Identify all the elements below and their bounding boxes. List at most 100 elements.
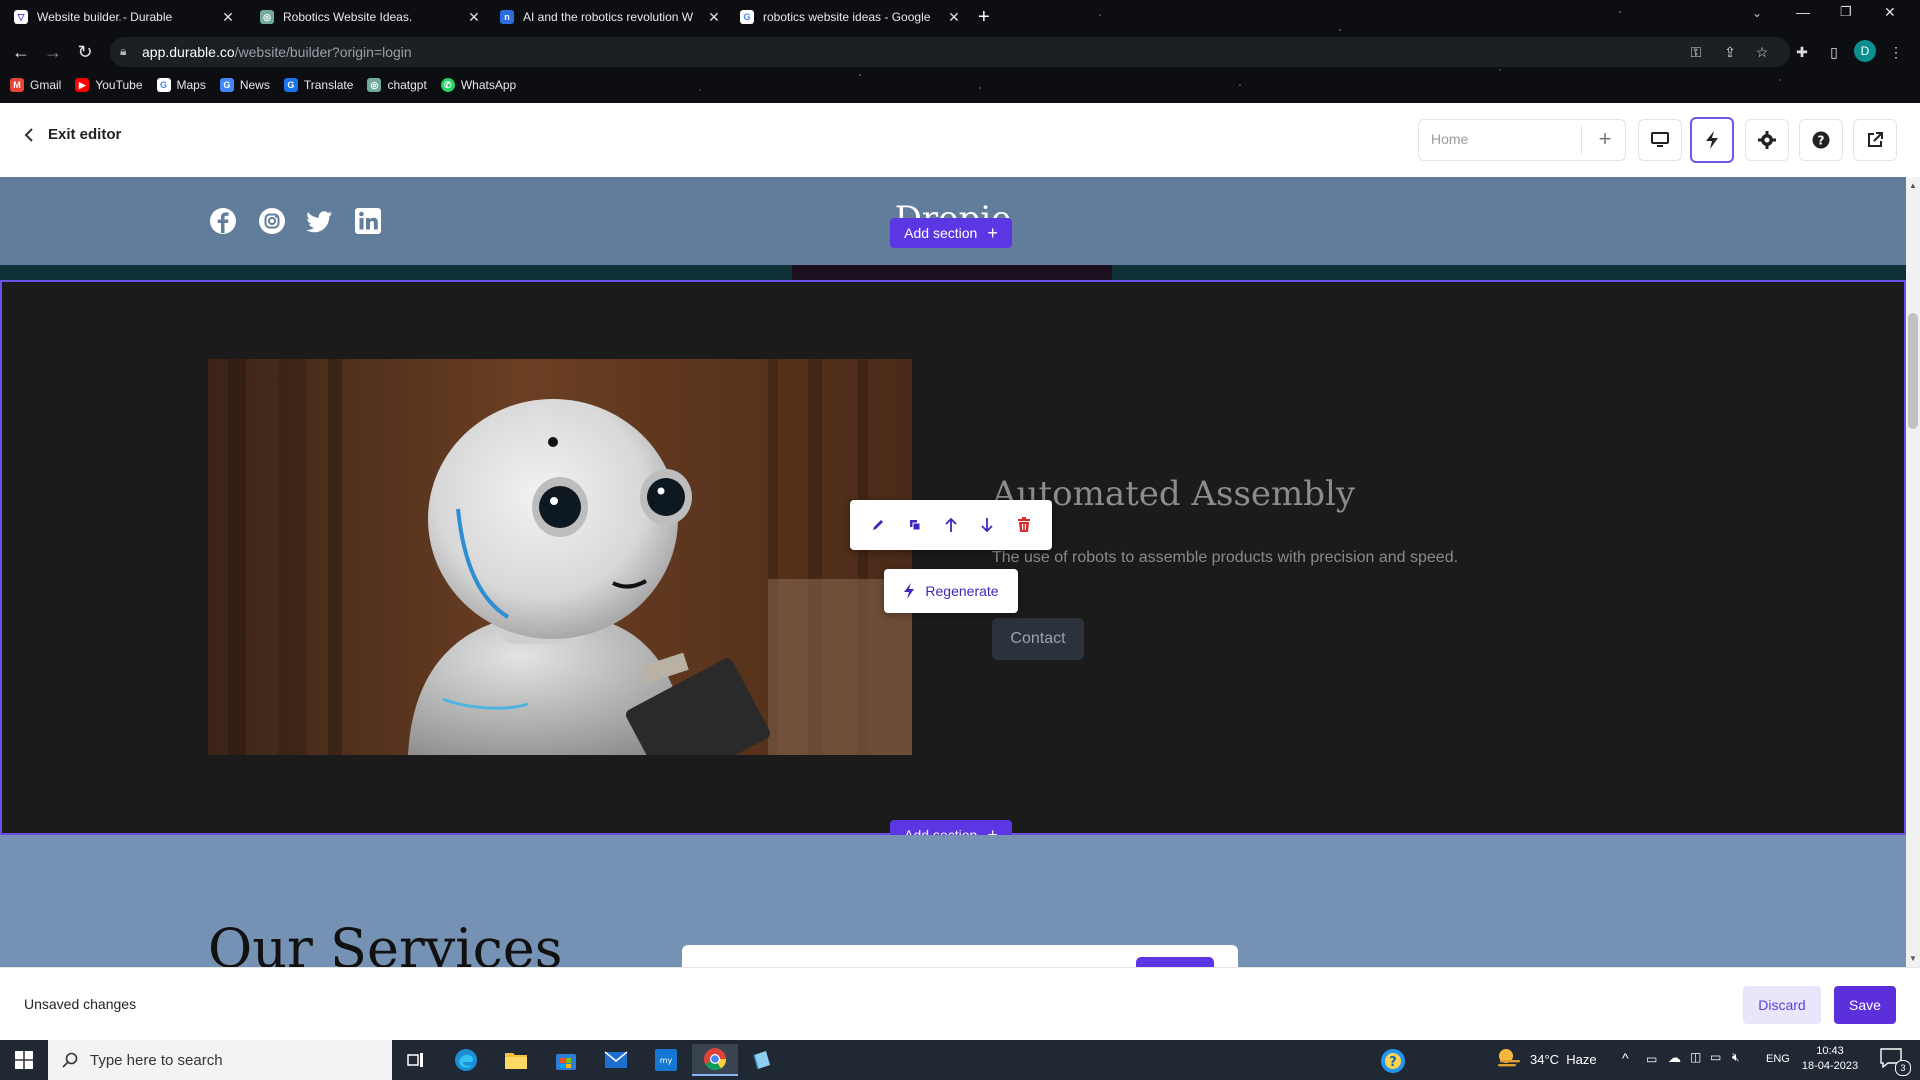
help-tray-icon[interactable]: ? — [1380, 1048, 1406, 1074]
gear-icon — [1758, 131, 1776, 149]
move-up-icon[interactable] — [940, 514, 962, 536]
close-tab-icon[interactable]: ✕ — [466, 9, 482, 26]
discard-button[interactable]: Discard — [1743, 986, 1821, 1024]
bookmark-star-icon[interactable]: ☆ — [1752, 44, 1772, 61]
minimize-icon[interactable]: — — [1796, 4, 1810, 20]
add-page-icon[interactable]: + — [1591, 125, 1619, 153]
open-external-button[interactable] — [1853, 119, 1897, 161]
microsoft-store-icon[interactable] — [546, 1044, 586, 1076]
notion-favicon-icon: n — [500, 10, 514, 24]
password-key-icon[interactable]: ⚿ — [1686, 44, 1706, 61]
hero-image[interactable] — [208, 359, 912, 755]
bookmark-youtube[interactable]: ▶ YouTube — [75, 75, 143, 95]
monitor-icon — [1651, 132, 1669, 147]
duplicate-icon[interactable] — [904, 514, 926, 536]
restore-icon[interactable]: ❐ — [1840, 4, 1852, 20]
tab-search-icon[interactable]: ⌄ — [1752, 6, 1762, 20]
start-button[interactable] — [0, 1040, 48, 1080]
bookmarks-bar: M Gmail ▶ YouTube G Maps G News G Translate ◎… — [10, 75, 516, 95]
tab-google-search[interactable]: G robotics website ideas - Google ✕ — [732, 4, 968, 30]
tab-website-builder[interactable]: ▽ Website builder - Durable ✕ — [6, 4, 242, 30]
save-bar — [0, 967, 1920, 1041]
close-window-icon[interactable]: ✕ — [1884, 4, 1896, 21]
bookmark-whatsapp[interactable]: ✆ WhatsApp — [440, 75, 516, 95]
delete-trash-icon[interactable] — [1013, 514, 1035, 536]
google-icon: G — [156, 78, 171, 92]
meet-now-icon[interactable]: ▭ — [1646, 1052, 1657, 1066]
close-tab-icon[interactable]: ✕ — [946, 9, 962, 26]
google-favicon-icon: G — [740, 10, 754, 24]
contact-button[interactable]: Contact — [992, 618, 1084, 660]
camera-icon[interactable]: ◫ — [1690, 1050, 1701, 1064]
translate-icon: G — [283, 78, 298, 92]
close-tab-icon[interactable]: ✕ — [220, 9, 236, 26]
mail-icon[interactable] — [596, 1044, 636, 1076]
durable-favicon-icon: ▽ — [14, 10, 28, 24]
bookmark-maps[interactable]: G Maps — [156, 75, 206, 95]
share-icon[interactable]: ⇪ — [1720, 44, 1740, 61]
add-section-button-top[interactable]: Add section + — [890, 218, 1012, 248]
scroll-up-icon[interactable]: ▲ — [1906, 179, 1920, 193]
save-button[interactable]: Save — [1834, 986, 1896, 1024]
robot-photo — [208, 359, 912, 755]
chevron-left-icon — [24, 127, 33, 142]
taskbar-search[interactable]: Type here to search — [48, 1040, 392, 1080]
gmail-icon: M — [10, 78, 24, 92]
edge-icon[interactable] — [446, 1044, 486, 1076]
edit-pencil-icon[interactable] — [867, 514, 889, 536]
dell-app-icon[interactable]: my — [646, 1044, 686, 1076]
volume-muted-icon[interactable]: 🔇︎ — [1732, 1050, 1740, 1065]
lock-icon[interactable]: 🔒︎ — [120, 44, 126, 59]
file-explorer-icon[interactable] — [496, 1044, 536, 1076]
whatsapp-icon: ✆ — [440, 78, 455, 92]
service-card-button[interactable] — [1136, 957, 1214, 967]
extensions-icon[interactable]: ✚ — [1792, 44, 1812, 61]
plus-icon: + — [987, 222, 998, 243]
language-indicator[interactable]: ENG — [1766, 1053, 1790, 1065]
url-text[interactable]: app.durable.co/website/builder?origin=lo… — [142, 44, 412, 60]
help-button[interactable]: ? — [1799, 119, 1843, 161]
bookmark-gmail[interactable]: M Gmail — [10, 75, 61, 95]
editor-header — [0, 103, 1920, 178]
task-view-icon[interactable] — [396, 1044, 436, 1076]
settings-button[interactable] — [1745, 119, 1789, 161]
scroll-down-icon[interactable]: ▼ — [1906, 952, 1920, 966]
move-down-icon[interactable] — [976, 514, 998, 536]
close-tab-icon[interactable]: ✕ — [706, 9, 722, 26]
side-panel-icon[interactable]: ▯ — [1824, 44, 1844, 61]
forward-icon[interactable]: → — [42, 41, 64, 63]
svg-text:?: ? — [1818, 134, 1825, 148]
new-tab-icon[interactable]: + — [978, 6, 990, 29]
taskbar-clock[interactable]: 10:43 18-04-2023 — [1800, 1044, 1860, 1074]
exit-editor-button[interactable]: Exit editor — [24, 126, 121, 143]
ai-button[interactable] — [1690, 117, 1734, 163]
section-strip — [792, 265, 1112, 280]
hero-description[interactable]: The use of robots to assemble products w… — [992, 549, 1458, 567]
chatgpt-icon: ◎ — [367, 78, 382, 92]
weather-haze-icon[interactable] — [1496, 1046, 1522, 1072]
news-icon: G — [219, 78, 234, 92]
youtube-icon: ▶ — [75, 78, 90, 92]
reload-icon[interactable]: ↻ — [74, 41, 96, 63]
tray-chevron-icon[interactable]: ^ — [1622, 1050, 1629, 1066]
profile-avatar[interactable]: D — [1854, 40, 1876, 62]
back-icon[interactable]: ← — [10, 41, 32, 63]
scroll-thumb[interactable] — [1908, 313, 1918, 429]
page-select-value: Home — [1431, 131, 1469, 147]
weather-text[interactable]: 34°C Haze — [1530, 1052, 1597, 1067]
tab-robotics-ideas[interactable]: ◎ Robotics Website Ideas. ✕ — [252, 4, 488, 30]
browser-menu-icon[interactable]: ⋮ — [1886, 44, 1906, 61]
regenerate-button[interactable]: Regenerate — [884, 569, 1018, 613]
bookmark-news[interactable]: G News — [219, 75, 270, 95]
desktop-preview-button[interactable] — [1638, 119, 1682, 161]
page-select[interactable]: Home + — [1418, 119, 1626, 161]
canvas-scrollbar[interactable] — [1906, 177, 1920, 967]
tab-ai-robotics[interactable]: n AI and the robotics revolution W ✕ — [492, 4, 728, 30]
notepad-app-icon[interactable] — [742, 1044, 782, 1076]
bookmark-translate[interactable]: G Translate — [283, 75, 353, 95]
chrome-icon[interactable] — [692, 1044, 738, 1076]
services-title[interactable]: Our Services — [208, 917, 562, 967]
network-icon[interactable]: ▭ — [1710, 1050, 1721, 1064]
bookmark-chatgpt[interactable]: ◎ chatgpt — [367, 75, 427, 95]
onedrive-icon[interactable]: ☁ — [1668, 1050, 1681, 1066]
